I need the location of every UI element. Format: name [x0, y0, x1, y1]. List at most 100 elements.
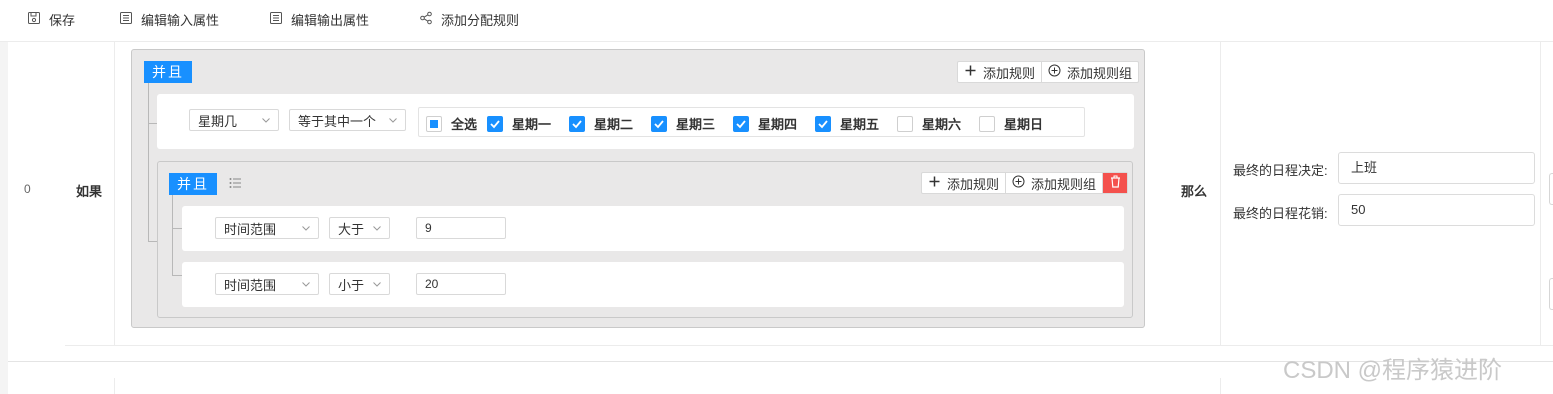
field-select-value: 星期几	[198, 113, 238, 129]
row-index: 0	[24, 182, 31, 196]
save-label: 保存	[49, 12, 76, 28]
add-rule-group-label: 添加规则组	[1030, 176, 1096, 192]
weekday-label: 星期三	[676, 117, 716, 132]
cost-input[interactable]: 50	[1338, 194, 1535, 226]
weekday-checkbox-wed[interactable]: 星期三	[651, 114, 715, 133]
plus-circle-icon	[1048, 64, 1061, 80]
logic-and-tag[interactable]: 并且	[169, 173, 217, 195]
inner-rule-group: 并且 添加规则 添加规则组 时间范围 大于 9 时间范围 小于 20	[157, 161, 1133, 318]
edit-input-attributes-button[interactable]: 编辑输入属性	[119, 9, 219, 29]
weekday-label: 星期六	[922, 117, 962, 132]
weekday-label: 星期二	[594, 117, 634, 132]
save-icon	[27, 11, 41, 28]
plus-icon	[928, 175, 941, 191]
field-select-value: 时间范围	[224, 221, 277, 237]
divider	[65, 345, 1553, 346]
side-button[interactable]	[1549, 173, 1553, 205]
checkbox-empty-icon	[897, 115, 913, 132]
outer-group-actions: 添加规则 添加规则组	[956, 61, 1139, 83]
list-icon	[269, 11, 283, 28]
outer-rule-group: 并且 添加规则 添加规则组 星期几 等于其中一个 全选 星期一 星期二 星期三 …	[131, 49, 1145, 328]
drag-handle-icon[interactable]	[229, 177, 242, 192]
toolbar: 保存 编辑输入属性 编辑输出属性 添加分配规则	[0, 0, 1553, 42]
operator-select[interactable]: 大于	[329, 217, 390, 239]
weekday-checkbox-sat[interactable]: 星期六	[897, 114, 961, 133]
field-select[interactable]: 时间范围	[215, 217, 319, 239]
tree-connector	[172, 228, 182, 229]
share-icon	[419, 11, 433, 28]
select-all-checkbox[interactable]: 全选	[426, 114, 477, 133]
save-button[interactable]: 保存	[27, 9, 75, 29]
check-icon	[733, 115, 749, 132]
checkbox-empty-icon	[979, 115, 995, 132]
operator-select-value: 小于	[338, 277, 365, 293]
edit-input-attributes-label: 编辑输入属性	[141, 12, 220, 28]
add-rule-button[interactable]: 添加规则	[922, 173, 1006, 193]
select-all-label: 全选	[451, 117, 478, 132]
trash-icon	[1109, 175, 1122, 191]
add-allocation-rule-label: 添加分配规则	[441, 12, 520, 28]
check-icon	[569, 115, 585, 132]
operator-select-value: 等于其中一个	[298, 113, 377, 129]
chevron-down-icon	[389, 118, 397, 123]
weekday-label: 星期五	[840, 117, 880, 132]
value-input[interactable]: 20	[416, 273, 506, 295]
if-label: 如果	[76, 184, 103, 199]
chevron-down-icon	[302, 226, 310, 231]
check-icon	[487, 115, 503, 132]
divider	[114, 42, 115, 345]
add-rule-group-label: 添加规则组	[1066, 65, 1132, 81]
divider	[1540, 42, 1541, 345]
weekday-checkbox-sun[interactable]: 星期日	[979, 114, 1043, 133]
indeterminate-icon	[426, 115, 442, 132]
chevron-down-icon	[373, 226, 381, 231]
tree-connector	[172, 195, 173, 275]
then-label: 那么	[1181, 184, 1208, 199]
weekday-rule: 星期几 等于其中一个 全选 星期一 星期二 星期三 星期四 星期五 星期六 星期…	[157, 94, 1134, 149]
add-rule-group-button[interactable]: 添加规则组	[1006, 173, 1103, 193]
value-input[interactable]: 9	[416, 217, 506, 239]
cost-label: 最终的日程花销:	[1233, 206, 1328, 221]
operator-select[interactable]: 等于其中一个	[289, 109, 406, 131]
weekday-label: 星期一	[512, 117, 552, 132]
plus-circle-icon	[1012, 175, 1025, 191]
check-icon	[815, 115, 831, 132]
tree-connector	[148, 83, 149, 241]
weekday-checkbox-tue[interactable]: 星期二	[569, 114, 633, 133]
field-select[interactable]: 时间范围	[215, 273, 319, 295]
add-allocation-rule-button[interactable]: 添加分配规则	[419, 9, 519, 29]
chevron-down-icon	[373, 282, 381, 287]
weekday-checkbox-mon[interactable]: 星期一	[487, 114, 551, 133]
tree-connector	[172, 275, 182, 276]
side-button[interactable]	[1549, 278, 1553, 310]
time-range-rule: 时间范围 大于 9	[182, 206, 1124, 251]
add-rule-button[interactable]: 添加规则	[958, 62, 1042, 82]
plus-icon	[964, 64, 977, 80]
weekday-checkbox-group: 全选 星期一 星期二 星期三 星期四 星期五 星期六 星期日	[418, 107, 1085, 137]
decision-label: 最终的日程决定:	[1233, 163, 1328, 178]
add-rule-label: 添加规则	[946, 176, 999, 192]
chevron-down-icon	[262, 118, 270, 123]
edit-output-attributes-button[interactable]: 编辑输出属性	[269, 9, 369, 29]
divider	[114, 378, 115, 394]
weekday-checkbox-fri[interactable]: 星期五	[815, 114, 879, 133]
edit-output-attributes-label: 编辑输出属性	[291, 12, 370, 28]
watermark: CSDN @程序猿进阶	[1283, 357, 1503, 384]
field-select[interactable]: 星期几	[189, 109, 279, 131]
left-strip	[0, 42, 8, 394]
inner-group-actions: 添加规则 添加规则组	[920, 172, 1128, 194]
divider	[1220, 378, 1221, 394]
logic-and-tag[interactable]: 并且	[144, 61, 192, 83]
time-range-rule: 时间范围 小于 20	[182, 262, 1124, 307]
operator-select[interactable]: 小于	[329, 273, 390, 295]
add-rule-label: 添加规则	[982, 65, 1035, 81]
weekday-label: 星期日	[1004, 117, 1044, 132]
decision-input[interactable]: 上班	[1338, 152, 1535, 184]
list-icon	[119, 11, 133, 28]
weekday-checkbox-thu[interactable]: 星期四	[733, 114, 797, 133]
divider	[1220, 42, 1221, 345]
check-icon	[651, 115, 667, 132]
delete-group-button[interactable]	[1103, 173, 1127, 193]
chevron-down-icon	[302, 282, 310, 287]
add-rule-group-button[interactable]: 添加规则组	[1042, 62, 1138, 82]
